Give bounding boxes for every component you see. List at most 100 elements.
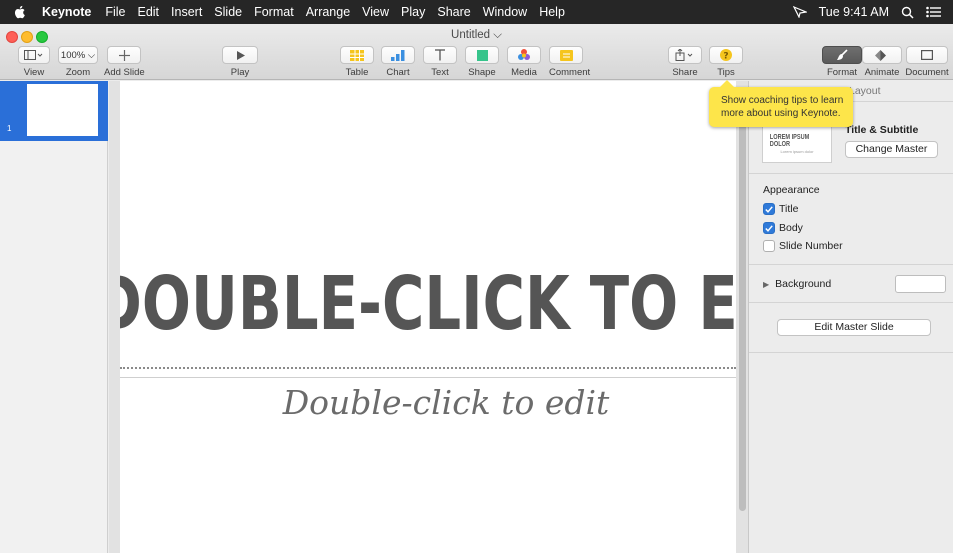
menu-edit[interactable]: Edit [137, 5, 159, 19]
background-label: Background [775, 278, 832, 290]
animate-button[interactable]: Animate [862, 46, 902, 78]
inspector-tab-layout[interactable]: Layout [849, 85, 881, 97]
notification-center-icon[interactable] [926, 6, 941, 18]
table-icon [350, 49, 364, 61]
menu-window[interactable]: Window [483, 5, 527, 19]
table-label: Table [345, 67, 369, 78]
comment-icon [559, 49, 573, 61]
apple-icon[interactable] [12, 4, 28, 20]
share-button[interactable]: Share [668, 46, 702, 78]
title-divider-line [120, 377, 736, 378]
tooltip-text: Show coaching tips to learn more about u… [721, 95, 844, 119]
title-checkbox-label: Title [779, 203, 799, 215]
zoom-label: Zoom [65, 67, 91, 78]
shape-button[interactable]: Shape [465, 46, 499, 78]
change-master-button[interactable]: Change Master [845, 141, 938, 158]
chart-icon [391, 49, 405, 61]
document-label: Document [905, 67, 949, 78]
body-checkbox-label: Body [779, 222, 803, 234]
view-label: View [23, 67, 45, 78]
play-button[interactable]: Play [222, 46, 258, 78]
shape-label: Shape [468, 67, 496, 78]
inspector-divider [749, 264, 953, 265]
table-button[interactable]: Table [340, 46, 374, 78]
vertical-scrollbar[interactable] [739, 87, 746, 511]
media-label: Media [511, 67, 537, 78]
slide-title-placeholder[interactable]: DOUBLE-CLICK TO EDIT [120, 267, 736, 341]
document-title[interactable]: Untitled ⌵ [0, 29, 953, 42]
background-color-well[interactable] [895, 275, 946, 293]
animate-label: Animate [864, 67, 900, 78]
format-label: Format [826, 67, 858, 78]
add-slide-button[interactable]: Add Slide [104, 46, 145, 78]
slide-navigator: 1 [0, 81, 108, 553]
body-checkbox[interactable] [763, 222, 775, 234]
master-slide-thumbnail[interactable]: LOREM IPSUM DOLOR Lorem ipsum dolor [762, 125, 832, 163]
tips-button[interactable]: ? Tips [709, 46, 743, 78]
menu-play[interactable]: Play [401, 5, 425, 19]
svg-text:?: ? [723, 52, 728, 62]
tips-label: Tips [717, 67, 735, 78]
background-disclosure[interactable]: ▶ Background [763, 278, 831, 290]
media-button[interactable]: Media [507, 46, 541, 78]
body-checkbox-row[interactable]: Body [763, 222, 803, 234]
comment-button[interactable]: Comment [549, 46, 591, 78]
question-mark-icon: ? [720, 49, 732, 61]
menu-help[interactable]: Help [539, 5, 565, 19]
title-checkbox-row[interactable]: Title [763, 203, 798, 215]
airplay-icon[interactable] [792, 6, 807, 18]
comment-label: Comment [549, 67, 591, 78]
inspector-divider [749, 302, 953, 303]
plus-icon [118, 49, 130, 61]
share-label: Share [672, 67, 698, 78]
title-checkbox[interactable] [763, 203, 775, 215]
checkmark-icon [765, 205, 773, 213]
appearance-heading: Appearance [763, 184, 820, 196]
text-button[interactable]: Text [423, 46, 457, 78]
menu-share[interactable]: Share [437, 5, 470, 19]
text-label: Text [431, 67, 449, 78]
view-button[interactable]: View [16, 46, 52, 78]
inspector-divider [749, 173, 953, 174]
title-dotted-divider [120, 367, 736, 369]
view-icon [24, 50, 43, 60]
menu-keynote[interactable]: Keynote [42, 5, 91, 19]
tooltip-arrow [720, 80, 734, 87]
spotlight-search-icon[interactable] [901, 6, 914, 19]
play-label: Play [230, 67, 250, 78]
menu-arrange[interactable]: Arrange [306, 5, 350, 19]
slide-canvas-area: DOUBLE-CLICK TO EDIT Double-click to edi… [109, 81, 748, 553]
chart-button[interactable]: Chart [381, 46, 415, 78]
toolbar: Untitled ⌵ View 100% ⌵ Zoom Add Slide Pl… [0, 24, 953, 80]
document-button[interactable]: Document [904, 46, 950, 78]
document-icon [921, 50, 933, 60]
chart-label: Chart [386, 67, 410, 78]
slide-number: 1 [7, 124, 12, 133]
menu-insert[interactable]: Insert [171, 5, 202, 19]
menu-bar: Keynote File Edit Insert Slide Format Ar… [0, 0, 953, 24]
slide-number-checkbox-row[interactable]: Slide Number [763, 240, 843, 252]
slide-thumbnail-selected[interactable]: 1 [0, 81, 108, 141]
menu-view[interactable]: View [362, 5, 389, 19]
master-name: Title & Subtitle [845, 124, 919, 136]
slide-number-checkbox[interactable] [763, 240, 775, 252]
menu-slide[interactable]: Slide [214, 5, 242, 19]
slide-subtitle-placeholder[interactable]: Double-click to edit [120, 383, 736, 422]
slide-number-checkbox-label: Slide Number [779, 240, 843, 252]
share-icon [675, 49, 693, 61]
zoom-value: 100% ⌵ [58, 46, 98, 64]
coaching-tips-tooltip[interactable]: Show coaching tips to learn more about u… [709, 80, 853, 127]
menu-file[interactable]: File [105, 5, 125, 19]
checkmark-icon [765, 224, 773, 232]
media-icon [518, 49, 530, 60]
text-icon [435, 49, 445, 61]
add-slide-label: Add Slide [104, 67, 145, 78]
menu-format[interactable]: Format [254, 5, 294, 19]
disclosure-triangle-icon: ▶ [763, 279, 770, 289]
zoom-button[interactable]: 100% ⌵ Zoom [58, 46, 98, 78]
clock[interactable]: Tue 9:41 AM [819, 5, 889, 19]
format-button[interactable]: Format [822, 46, 862, 78]
edit-master-slide-button[interactable]: Edit Master Slide [777, 319, 931, 336]
paintbrush-icon [837, 49, 848, 60]
slide-canvas[interactable]: DOUBLE-CLICK TO EDIT Double-click to edi… [120, 81, 736, 553]
